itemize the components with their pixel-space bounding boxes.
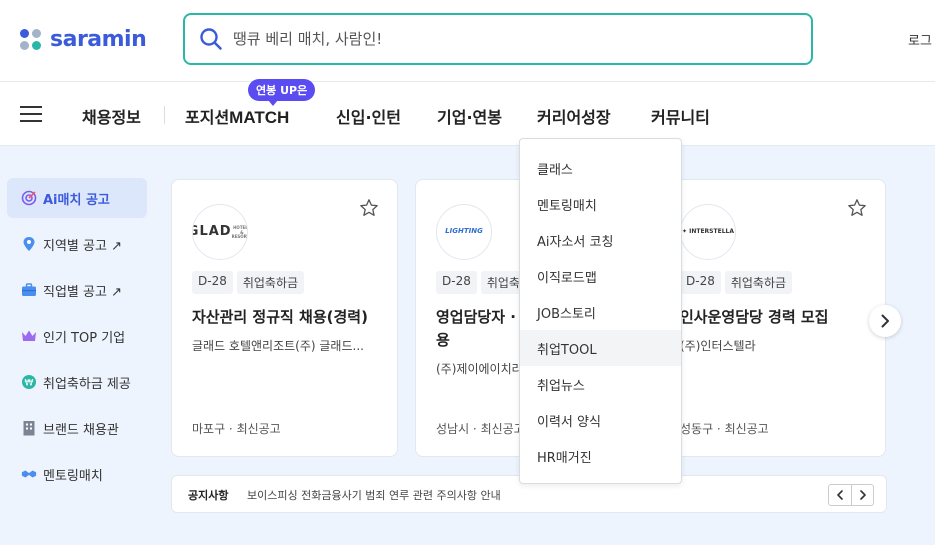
job-title[interactable]: 인사운영담당 경력 모집 <box>680 306 880 329</box>
notice-label: 공지사항 <box>188 489 229 502</box>
main-nav: 채용정보 포지션MATCH 연봉 UP은 신입·인턴 기업·연봉 커리어성장 커… <box>0 79 935 146</box>
bonus-tag: 취업축하금 <box>724 271 793 294</box>
company-name[interactable]: 글래드 호텔앤리조트(주) 글래드... <box>192 337 382 354</box>
hamburger-menu-icon[interactable] <box>20 106 42 122</box>
sidebar-item-label: 직업별 공고 ↗ <box>43 284 122 300</box>
dday-tag: D-28 <box>436 271 477 294</box>
dropdown-item-mentoring[interactable]: 멘토링매치 <box>520 186 681 222</box>
company-logo-text: ✦ INTERSTELLA <box>682 227 734 235</box>
dropdown-item-job-story[interactable]: JOB스토리 <box>520 294 681 330</box>
nav-job-info[interactable]: 채용정보 <box>82 104 141 128</box>
company-logo: LIGHTING <box>436 204 492 260</box>
chevron-right-icon <box>881 314 889 328</box>
sidebar-item-label: 멘토링매치 <box>43 468 103 484</box>
notice-prev-button[interactable] <box>829 485 851 505</box>
company-logo-text: LIGHTING <box>445 227 483 236</box>
login-link[interactable]: 로그 <box>908 30 932 49</box>
crown-icon <box>21 328 37 344</box>
handshake-icon <box>21 466 37 482</box>
job-card[interactable]: ✦ INTERSTELLA D-28 취업축하금 인사운영담당 경력 모집 (주… <box>659 179 886 457</box>
sidebar-item-label: 취업축하금 제공 <box>43 376 131 392</box>
svg-text:₩: ₩ <box>25 379 34 389</box>
search-icon[interactable] <box>199 27 223 51</box>
notice-next-button[interactable] <box>851 485 873 505</box>
nav-company-salary[interactable]: 기업·연봉 <box>437 104 502 128</box>
nav-newcomer-intern[interactable]: 신입·인턴 <box>336 104 401 128</box>
job-location: 마포구 · 최신공고 <box>192 422 281 436</box>
nav-match-label: MATCH <box>229 108 290 127</box>
nav-career-growth[interactable]: 커리어성장 <box>537 104 611 128</box>
top-bar: saramin 로그 <box>0 0 935 82</box>
job-location: 성남시 · 최신공고 <box>436 422 525 436</box>
dropdown-item-resume-form[interactable]: 이력서 양식 <box>520 402 681 438</box>
dropdown-item-job-tool[interactable]: 취업TOOL <box>520 330 681 366</box>
search-input[interactable] <box>233 30 753 48</box>
dropdown-item-roadmap[interactable]: 이직로드맵 <box>520 258 681 294</box>
job-location: 성동구 · 최신공고 <box>680 422 769 436</box>
sidebar-item-ai-match[interactable]: Ai매치 공고 <box>7 178 147 218</box>
sidebar-item-bonus[interactable]: ₩ 취업축하금 제공 <box>7 362 147 402</box>
company-logo-text: GLAD <box>192 223 232 239</box>
notice-text[interactable]: 보이스피싱 전화금융사기 범죄 연루 관련 주의사항 안내 <box>247 487 501 503</box>
bonus-tag: 취업축하금 <box>236 271 305 294</box>
sidebar-item-label: 인기 TOP 기업 <box>43 330 126 346</box>
sidebar-item-label: 지역별 공고 ↗ <box>43 238 122 254</box>
target-icon <box>21 190 37 206</box>
logo-text: saramin <box>50 27 147 52</box>
tag-list: D-28 취업축하금 <box>680 271 793 294</box>
carousel-next-button[interactable] <box>869 305 901 337</box>
sidebar: Ai매치 공고 지역별 공고 ↗ 직업별 공고 ↗ 인기 TOP 기업 ₩ 취업… <box>7 178 147 500</box>
nav-divider <box>164 106 165 124</box>
sidebar-item-region[interactable]: 지역별 공고 ↗ <box>7 224 147 264</box>
tag-list: D-28 취업축 <box>436 271 526 294</box>
map-pin-icon <box>21 236 37 252</box>
notice-pager <box>828 484 874 506</box>
sidebar-item-label: Ai매치 공고 <box>43 192 110 208</box>
dropdown-item-ai-coaching[interactable]: Ai자소서 코칭 <box>520 222 681 258</box>
logo-dots-icon <box>20 28 42 51</box>
search-box[interactable] <box>183 13 813 65</box>
dropdown-item-hr-magazine[interactable]: HR매거진 <box>520 438 681 474</box>
chevron-left-icon <box>837 490 843 500</box>
saramin-logo[interactable]: saramin <box>20 27 147 52</box>
job-card[interactable]: GLAD HOTELS & RESORTS D-28 취업축하금 자산관리 정규… <box>171 179 398 457</box>
dropdown-item-class[interactable]: 클래스 <box>520 150 681 186</box>
sidebar-item-top-companies[interactable]: 인기 TOP 기업 <box>7 316 147 356</box>
company-name[interactable]: (주)인터스텔라 <box>680 337 870 354</box>
nav-community[interactable]: 커뮤니티 <box>651 104 710 128</box>
sidebar-item-occupation[interactable]: 직업별 공고 ↗ <box>7 270 147 310</box>
dday-tag: D-28 <box>192 271 233 294</box>
star-icon[interactable] <box>359 198 379 218</box>
company-logo-subtext: HOTELS & RESORTS <box>231 225 248 240</box>
career-growth-dropdown: 클래스 멘토링매치 Ai자소서 코칭 이직로드맵 JOB스토리 취업TOOL 취… <box>519 138 682 484</box>
sidebar-item-brand[interactable]: 브랜드 채용관 <box>7 408 147 448</box>
chevron-right-icon <box>859 490 866 500</box>
salary-up-badge: 연봉 UP은 <box>248 79 316 106</box>
company-logo: GLAD HOTELS & RESORTS <box>192 204 248 260</box>
star-icon[interactable] <box>847 198 867 218</box>
job-title[interactable]: 자산관리 정규직 채용(경력) <box>192 306 392 329</box>
tag-list: D-28 취업축하금 <box>192 271 305 294</box>
company-logo: ✦ INTERSTELLA <box>680 204 736 260</box>
dropdown-item-job-news[interactable]: 취업뉴스 <box>520 366 681 402</box>
sidebar-item-mentoring[interactable]: 멘토링매치 <box>7 454 147 494</box>
briefcase-icon <box>21 282 37 298</box>
nav-position-match[interactable]: 포지션MATCH <box>185 104 289 128</box>
won-coin-icon: ₩ <box>21 374 37 390</box>
dday-tag: D-28 <box>680 271 721 294</box>
nav-position-label: 포지션 <box>185 108 230 127</box>
building-icon <box>21 420 37 436</box>
sidebar-item-label: 브랜드 채용관 <box>43 422 119 438</box>
